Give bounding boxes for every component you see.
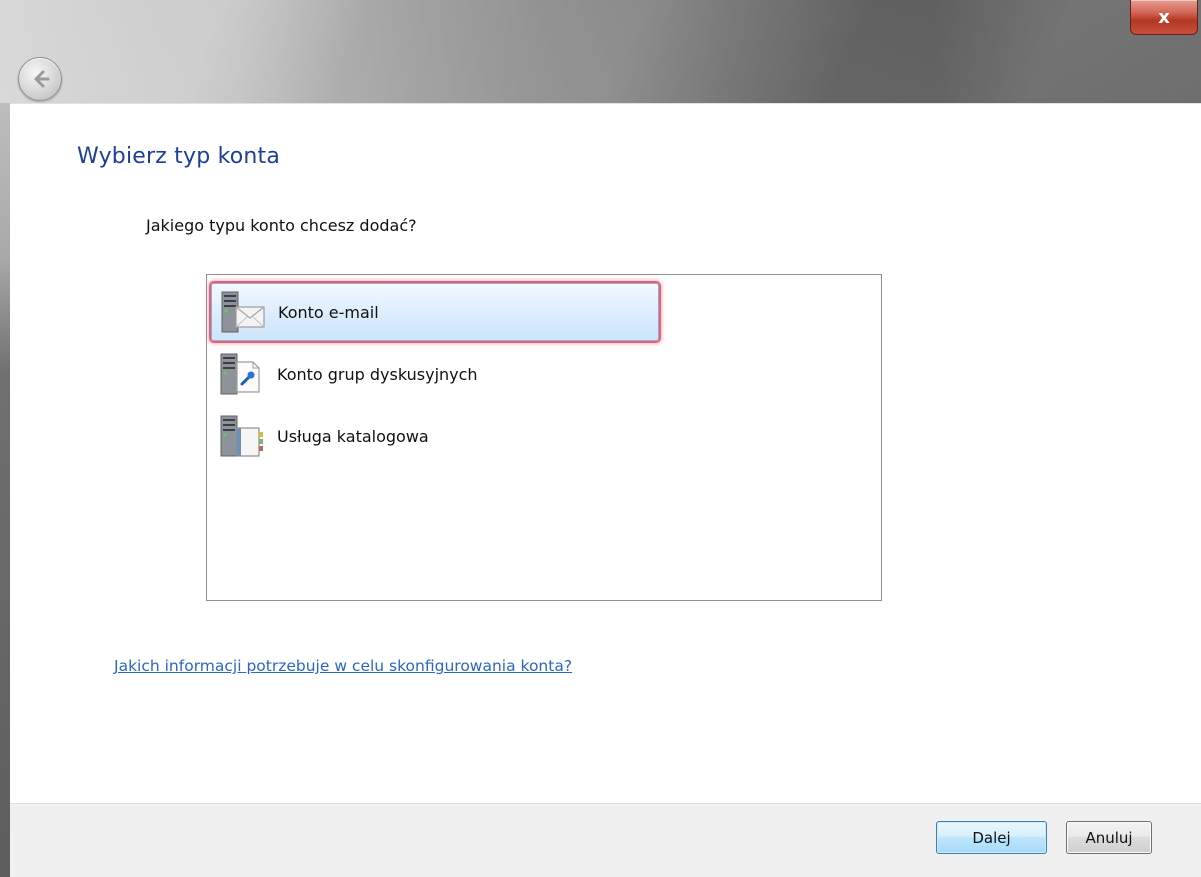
- close-icon: x: [1158, 6, 1170, 28]
- directory-server-icon: [220, 415, 263, 457]
- list-item-label: Konto grup dyskusyjnych: [277, 364, 478, 384]
- close-button[interactable]: x: [1130, 0, 1198, 35]
- list-item-label: Usługa katalogowa: [277, 426, 429, 446]
- add-account-window: x Wybierz typ konta Jakiego typu konto c…: [0, 0, 1201, 877]
- list-item-directory-service[interactable]: Usługa katalogowa: [211, 407, 429, 465]
- title-bar: [0, 0, 1201, 103]
- main-content: Wybierz typ konta Jakiego typu konto chc…: [10, 103, 1201, 804]
- back-arrow-icon: [34, 70, 50, 88]
- newsgroup-server-icon: [220, 353, 260, 395]
- help-link[interactable]: Jakich informacji potrzebuje w celu skon…: [114, 657, 572, 675]
- account-type-list[interactable]: Konto e-mail Konto grup dyskusyjnych Usł…: [206, 274, 882, 601]
- cancel-button[interactable]: Anuluj: [1066, 821, 1152, 854]
- back-button[interactable]: [18, 57, 62, 101]
- page-title: Wybierz typ konta: [77, 144, 281, 169]
- email-server-icon: [221, 291, 265, 333]
- account-type-question: Jakiego typu konto chcesz dodać?: [146, 216, 417, 235]
- next-button[interactable]: Dalej: [936, 821, 1047, 854]
- list-item-email-account[interactable]: Konto e-mail: [211, 283, 659, 341]
- list-item-newsgroup-account[interactable]: Konto grup dyskusyjnych: [211, 345, 478, 403]
- footer-bar: Dalej Anuluj: [10, 803, 1201, 877]
- window-frame-left: [0, 103, 10, 877]
- list-item-label: Konto e-mail: [278, 302, 379, 322]
